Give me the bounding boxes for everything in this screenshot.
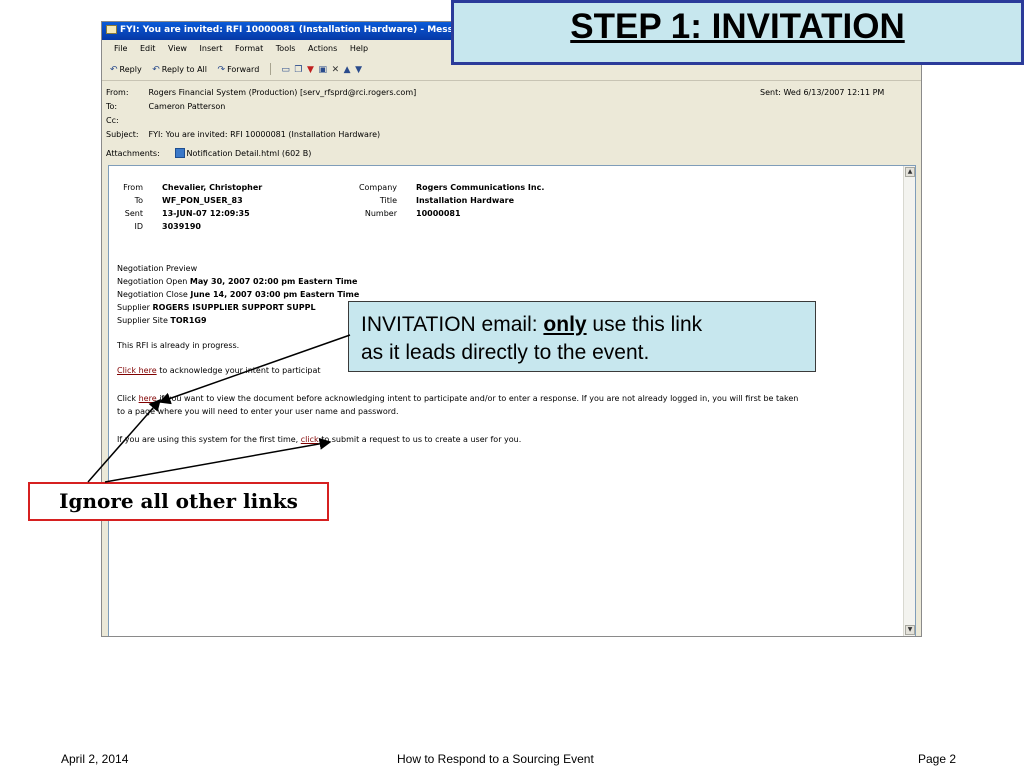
footer-page: Page 2	[918, 752, 957, 766]
menu-edit[interactable]: Edit	[140, 44, 156, 53]
header-cc: Cc:	[106, 116, 119, 125]
meta-from-value: Chevalier, Christopher	[162, 183, 263, 192]
menu-tools[interactable]: Tools	[276, 44, 296, 53]
forward-icon: ↷	[217, 64, 226, 75]
invitation-callout: INVITATION email: only use this link as …	[348, 301, 816, 372]
acknowledge-paragraph: Click here to acknowledge your intent to…	[117, 366, 321, 375]
meta-sent-value: 13-JUN-07 12:09:35	[162, 209, 250, 218]
rfi-status-text: This RFI is already in progress.	[117, 341, 240, 350]
negotiation-preview-label: Negotiation Preview	[117, 264, 198, 273]
forward-button[interactable]: ↷ Forward	[217, 64, 260, 75]
toolbar-separator	[269, 63, 271, 75]
meta-number-value: 10000081	[416, 209, 461, 218]
header-to: To: Cameron Patterson	[106, 102, 226, 111]
meta-to-value: WF_PON_USER_83	[162, 196, 243, 205]
footer-title: How to Respond to a Sourcing Event	[397, 752, 594, 766]
create-user-link[interactable]: click	[301, 435, 319, 444]
menu-actions[interactable]: Actions	[308, 44, 337, 53]
callout-emphasis: only	[543, 313, 587, 336]
body-scrollbar[interactable]: ▲ ▼	[903, 166, 915, 636]
view-document-paragraph: Click here if you want to view the docum…	[117, 394, 799, 403]
meta-to-label: To	[134, 196, 143, 205]
copy-icon[interactable]: ❐	[294, 65, 302, 75]
message-body: ▲ ▼ From Chevalier, Christopher To WF_PO…	[108, 165, 916, 636]
menu-insert[interactable]: Insert	[200, 44, 223, 53]
menu-help[interactable]: Help	[350, 44, 368, 53]
meta-id-value: 3039190	[162, 222, 201, 231]
next-item-icon[interactable]: ▼	[355, 65, 362, 75]
header-sent-value: Wed 6/13/2007 12:11 PM	[783, 88, 885, 97]
envelope-icon	[106, 25, 117, 34]
flag-icon[interactable]: ▼	[307, 65, 314, 75]
meta-id-label: ID	[134, 222, 143, 231]
meta-sent-label: Sent	[124, 209, 143, 218]
header-to-value: Cameron Patterson	[148, 102, 226, 111]
header-from-value: Rogers Financial System (Production) [se…	[148, 88, 417, 97]
reply-all-button[interactable]: ↶ Reply to All	[152, 64, 207, 75]
meta-from-label: From	[123, 183, 143, 192]
view-document-link[interactable]: here	[139, 394, 157, 403]
negotiation-open: Negotiation Open May 30, 2007 02:00 pm E…	[117, 277, 358, 286]
attachment-item[interactable]: Notification Detail.html (602 B)	[174, 148, 311, 158]
header-subject-value: FYI: You are invited: RFI 10000081 (Inst…	[148, 130, 381, 139]
header-subject: Subject: FYI: You are invited: RFI 10000…	[106, 130, 381, 139]
header-sent: Sent: Wed 6/13/2007 12:11 PM	[760, 88, 885, 97]
new-user-paragraph: If you are using this system for the fir…	[117, 435, 522, 444]
footer-date: April 2, 2014	[61, 752, 129, 766]
view-document-paragraph-line2: to a page where you will need to enter y…	[117, 407, 399, 416]
menu-view[interactable]: View	[168, 44, 187, 53]
scroll-up-arrow-icon[interactable]: ▲	[905, 167, 915, 177]
step-title: STEP 1: INVITATION	[570, 7, 905, 46]
reply-icon: ↶	[110, 64, 118, 75]
meta-title-label: Title	[379, 196, 397, 205]
negotiation-close: Negotiation Close June 14, 2007 03:00 pm…	[117, 290, 360, 299]
meta-company-value: Rogers Communications Inc.	[416, 183, 545, 192]
reply-button[interactable]: ↶ Reply	[110, 64, 142, 75]
meta-title-value: Installation Hardware	[416, 196, 515, 205]
previous-item-icon[interactable]: ▲	[344, 65, 351, 75]
print-icon[interactable]: ▭	[281, 65, 290, 75]
step-title-box: STEP 1: INVITATION	[451, 0, 1024, 65]
supplier-line: Supplier ROGERS ISUPPLIER SUPPORT SUPPL	[117, 303, 316, 312]
scroll-down-arrow-icon[interactable]: ▼	[905, 625, 915, 635]
menu-format[interactable]: Format	[235, 44, 263, 53]
header-attachments: Attachments: Notification Detail.html (6…	[106, 148, 312, 158]
html-file-icon	[174, 148, 185, 158]
reply-all-icon: ↶	[152, 64, 160, 75]
menu-file[interactable]: File	[114, 44, 127, 53]
supplier-site-line: Supplier Site TOR1G9	[117, 316, 207, 325]
ignore-links-label: Ignore all other links	[28, 482, 329, 521]
move-icon[interactable]: ▣	[319, 65, 328, 75]
delete-icon[interactable]: ✕	[332, 65, 340, 75]
meta-number-label: Number	[364, 209, 397, 218]
acknowledge-intent-link[interactable]: Click here	[117, 366, 157, 375]
header-from: From: Rogers Financial System (Productio…	[106, 88, 417, 97]
meta-company-label: Company	[358, 183, 397, 192]
